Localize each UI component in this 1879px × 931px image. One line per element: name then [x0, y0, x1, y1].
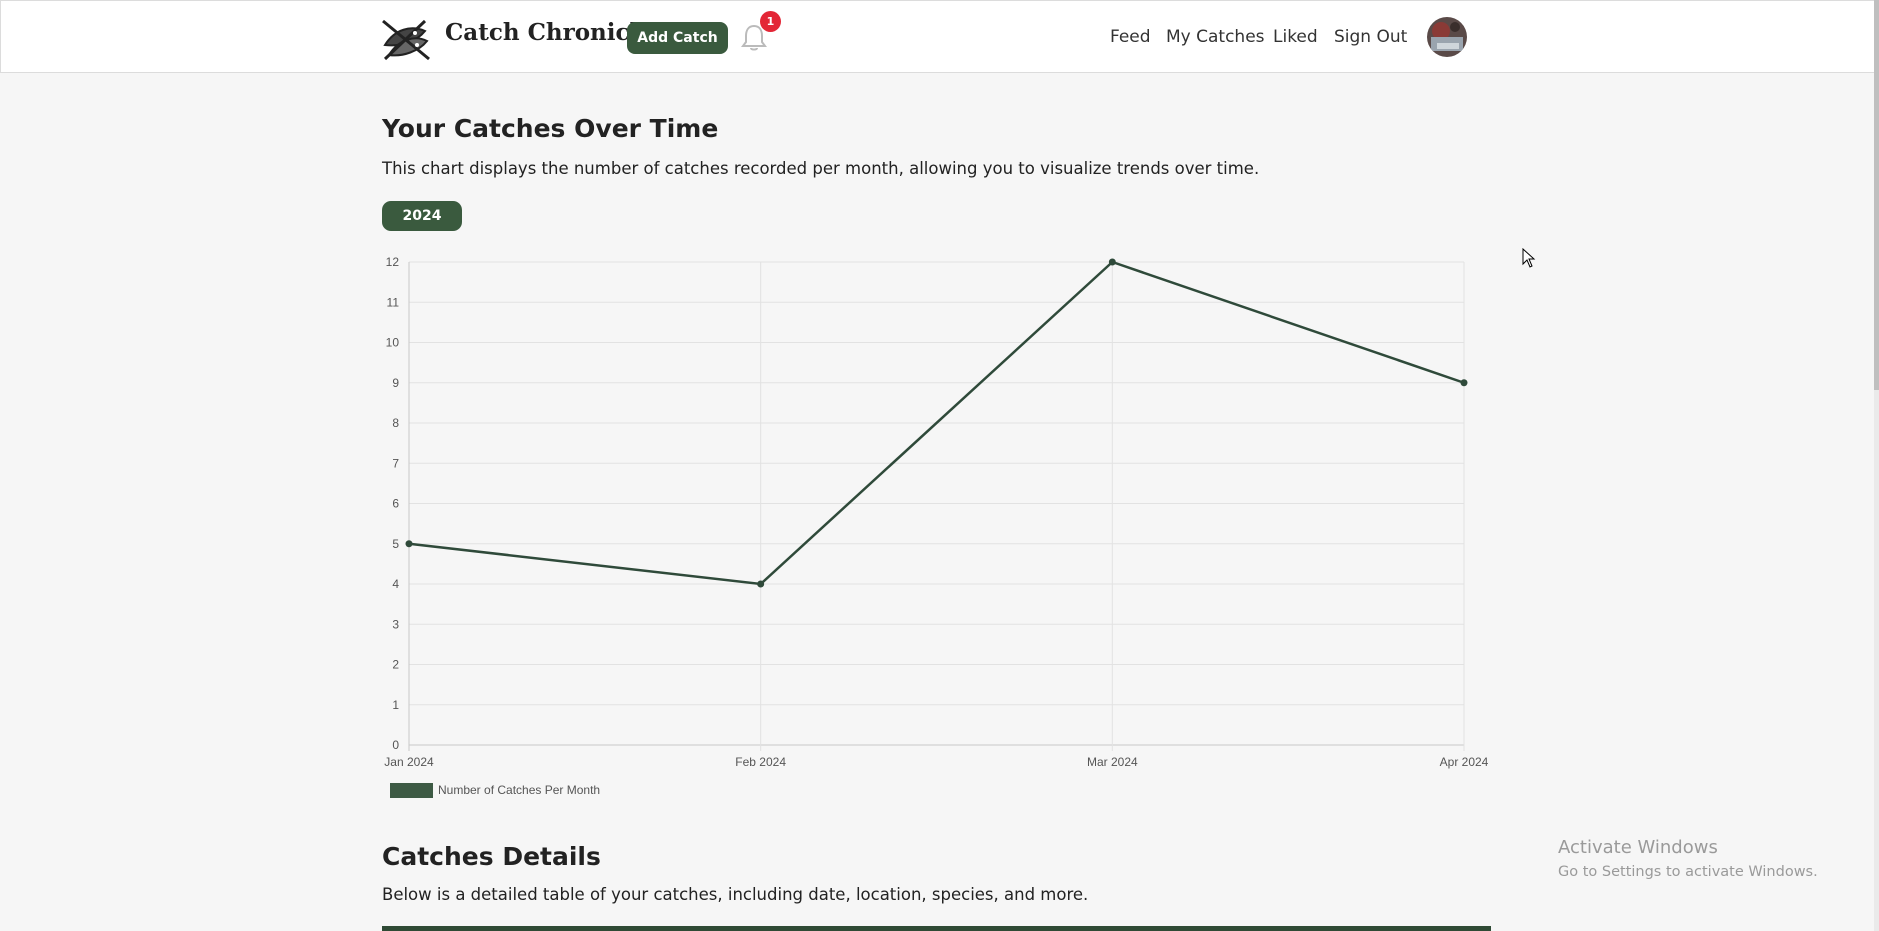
- y-tick-label: 12: [386, 255, 400, 269]
- brand-name[interactable]: Catch Chronicle: [445, 19, 653, 46]
- legend-swatch: [390, 783, 433, 798]
- y-tick-label: 7: [392, 456, 399, 470]
- nav-sign-out[interactable]: Sign Out: [1334, 27, 1407, 47]
- fish-logo-icon[interactable]: [381, 15, 431, 61]
- x-tick-label: Mar 2024: [1087, 755, 1138, 769]
- y-tick-label: 1: [392, 698, 399, 712]
- y-tick-label: 0: [392, 738, 399, 752]
- y-tick-label: 5: [392, 537, 399, 551]
- x-tick-label: Apr 2024: [1440, 755, 1489, 769]
- scrollbar-thumb[interactable]: [1874, 0, 1879, 390]
- top-navbar: Catch Chronicle Add Catch 1 Feed My Catc…: [0, 0, 1877, 73]
- details-section-description: Below is a detailed table of your catche…: [382, 885, 1089, 904]
- notification-badge: 1: [760, 11, 781, 32]
- x-tick-label: Feb 2024: [735, 755, 786, 769]
- nav-liked[interactable]: Liked: [1273, 27, 1318, 47]
- catches-line-chart: 0123456789101112Jan 2024 Feb 2024 Mar 2024…: [384, 255, 1489, 769]
- catches-table-header: [382, 926, 1491, 931]
- watermark-title: Activate Windows: [1558, 837, 1718, 858]
- nav-feed[interactable]: Feed: [1110, 27, 1151, 47]
- legend-label: Number of Catches Per Month: [438, 783, 601, 797]
- y-tick-label: 2: [392, 658, 399, 672]
- y-tick-label: 11: [387, 295, 400, 309]
- y-tick-label: 6: [392, 497, 399, 511]
- year-filter-button[interactable]: 2024: [382, 201, 462, 231]
- mouse-cursor-icon: [1522, 248, 1536, 268]
- nav-my-catches[interactable]: My Catches: [1166, 27, 1265, 47]
- watermark-subtitle: Go to Settings to activate Windows.: [1558, 864, 1818, 880]
- chart-section-title: Your Catches Over Time: [382, 114, 719, 143]
- y-tick-label: 9: [392, 376, 399, 390]
- y-tick-label: 3: [392, 617, 399, 631]
- y-tick-label: 4: [392, 577, 399, 591]
- details-section-title: Catches Details: [382, 842, 601, 871]
- data-point: [1460, 379, 1468, 387]
- y-tick-label: 8: [392, 416, 399, 430]
- windows-activation-watermark: Activate Windows Go to Settings to activ…: [1558, 837, 1818, 880]
- x-tick-label: Jan 2024: [384, 755, 434, 769]
- user-avatar[interactable]: [1427, 17, 1467, 57]
- y-tick-label: 10: [386, 336, 400, 350]
- add-catch-button[interactable]: Add Catch: [627, 22, 728, 54]
- data-point: [1108, 258, 1116, 266]
- data-point: [405, 540, 413, 548]
- data-point: [757, 580, 765, 588]
- chart-section-description: This chart displays the number of catche…: [382, 159, 1260, 178]
